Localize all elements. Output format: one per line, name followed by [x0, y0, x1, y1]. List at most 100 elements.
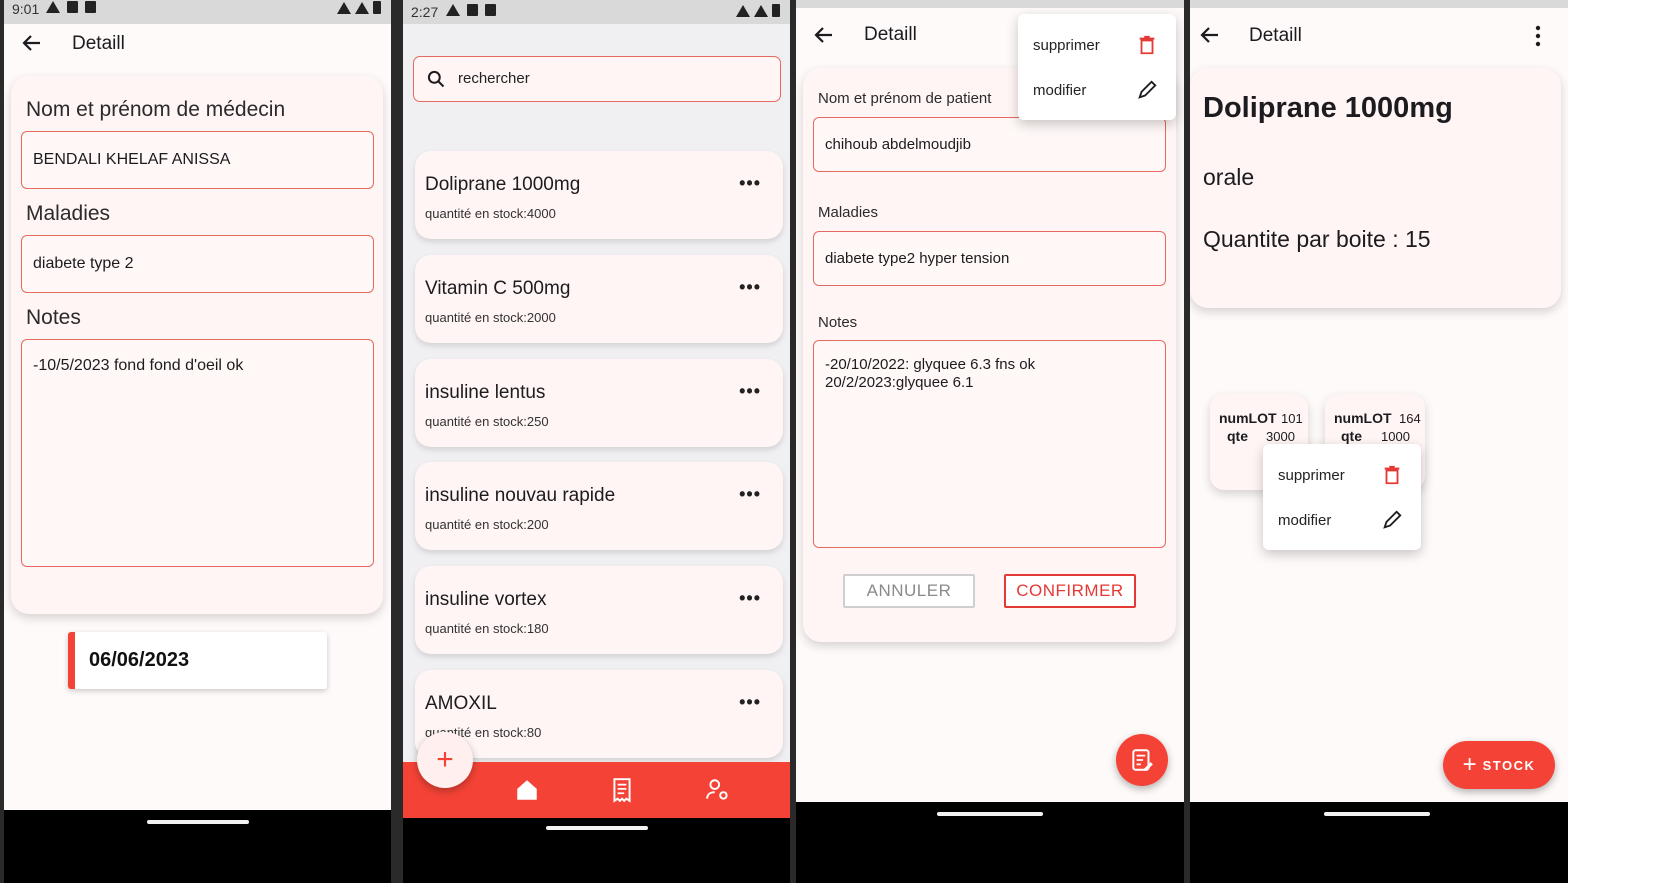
add-fab[interactable]: +	[417, 732, 473, 788]
medicine-stock: quantité en stock:200	[425, 517, 549, 532]
back-arrow-icon[interactable]	[1198, 23, 1222, 47]
diseases-value: diabete type 2	[33, 255, 134, 272]
medicine-stock: quantité en stock:180	[425, 621, 549, 636]
edit-menu-item[interactable]: modifier	[1278, 512, 1331, 529]
pencil-icon[interactable]	[1381, 509, 1403, 531]
diseases-label: Maladies	[818, 204, 879, 221]
medicine-item[interactable]: Doliprane 1000mg quantité en stock:4000 …	[415, 151, 783, 239]
more-options-icon[interactable]: •••	[739, 484, 761, 505]
more-options-icon[interactable]: •••	[739, 173, 761, 194]
cancel-button[interactable]: ANNULER	[843, 574, 975, 608]
medicine-item[interactable]: Vitamin C 500mg quantité en stock:2000 •…	[415, 255, 783, 343]
battery-icon	[772, 4, 780, 17]
diseases-field[interactable]: diabete type 2	[21, 235, 374, 293]
notification-icon	[467, 4, 478, 16]
medicine-item[interactable]: AMOXIL quantité en stock:80 •••	[415, 670, 783, 758]
doctor-field[interactable]: BENDALI KHELAF ANISSA	[21, 131, 374, 189]
system-nav-bar	[1190, 802, 1568, 883]
medicine-item[interactable]: insuline lentus quantité en stock:250 ••…	[415, 359, 783, 447]
delete-menu-item[interactable]: supprimer	[1033, 37, 1100, 54]
product-per-box: Quantite par boite : 15	[1203, 226, 1431, 252]
stock-fab-label: STOCK	[1482, 757, 1536, 773]
home-gesture-bar[interactable]	[1324, 812, 1430, 816]
medicine-name: Vitamin C 500mg	[425, 278, 571, 299]
status-bar	[1190, 0, 1568, 8]
more-vert-icon[interactable]	[1534, 25, 1542, 47]
date-card: 06/06/2023	[68, 632, 327, 689]
medicine-name: insuline vortex	[425, 589, 547, 610]
sd-card-icon	[485, 4, 496, 16]
status-notification-icons	[446, 4, 496, 16]
notes-label: Notes	[818, 314, 858, 331]
confirm-button[interactable]: CONFIRMER	[1004, 574, 1136, 608]
lot-num-label: numLOT	[1219, 410, 1277, 426]
status-notification-icons	[46, 1, 96, 13]
trash-icon[interactable]	[1381, 464, 1403, 486]
lot-qte-value: 3000	[1266, 429, 1295, 444]
more-options-icon[interactable]: •••	[739, 277, 761, 298]
status-time: 9:01	[12, 1, 40, 17]
medicine-name: Doliprane 1000mg	[425, 174, 581, 195]
notes-line: -20/10/2022: glyquee 6.3 fns ok	[825, 356, 1036, 373]
back-arrow-icon[interactable]	[812, 23, 836, 47]
home-gesture-bar[interactable]	[147, 820, 249, 824]
doctor-label: Nom et prénom de médecin	[26, 98, 286, 121]
home-gesture-bar[interactable]	[937, 812, 1043, 816]
back-arrow-icon[interactable]	[20, 31, 44, 55]
lot-num-label: numLOT	[1334, 410, 1392, 426]
system-nav-bar	[4, 810, 391, 883]
receipt-icon[interactable]	[609, 776, 635, 804]
page-title: Detaill	[72, 33, 125, 54]
pencil-icon[interactable]	[1136, 79, 1158, 101]
lot-qte-label: qte	[1227, 428, 1248, 444]
screen-divider	[0, 0, 4, 883]
battery-icon	[373, 1, 381, 14]
more-options-icon[interactable]: •••	[739, 692, 761, 713]
patient-form-card: Nom et prénom de patient chihoub abdelmo…	[803, 68, 1176, 642]
add-note-fab[interactable]	[1116, 734, 1168, 786]
plus-icon: +	[1462, 751, 1477, 778]
home-gesture-bar[interactable]	[546, 826, 648, 830]
lot-qte-label: qte	[1341, 428, 1362, 444]
search-bar[interactable]: rechercher	[413, 56, 781, 102]
lot-num-value: 101	[1281, 411, 1303, 426]
screen-patient-edit: Detaill Nom et prénom de patient chihoub…	[796, 0, 1184, 883]
more-options-icon[interactable]: •••	[739, 381, 761, 402]
user-settings-icon[interactable]	[705, 777, 731, 803]
wifi-icon	[337, 1, 351, 14]
screen-product-detail: Detaill Doliprane 1000mg orale Quantite …	[1190, 0, 1568, 883]
status-bar	[796, 0, 1184, 8]
more-options-icon[interactable]: •••	[739, 588, 761, 609]
status-bar: 2:27	[403, 0, 790, 24]
lot-qte-value: 1000	[1381, 429, 1410, 444]
medicine-stock: quantité en stock:250	[425, 414, 549, 429]
sd-card-icon	[85, 1, 96, 13]
warning-icon	[446, 4, 460, 16]
product-card: Doliprane 1000mg orale Quantite par boit…	[1190, 68, 1561, 308]
patient-value: chihoub abdelmoudjib	[825, 136, 971, 153]
medicine-item[interactable]: insuline nouvau rapide quantité en stock…	[415, 462, 783, 550]
notes-field[interactable]: -10/5/2023 fond fond d'oeil ok	[21, 339, 374, 567]
options-menu: supprimer modifier	[1018, 14, 1176, 120]
diseases-field[interactable]: diabete type2 hyper tension	[813, 231, 1166, 286]
lot-num-value: 164	[1399, 411, 1421, 426]
medicine-item[interactable]: insuline vortex quantité en stock:180 ••…	[415, 566, 783, 654]
edit-menu-item[interactable]: modifier	[1033, 82, 1086, 99]
add-stock-fab[interactable]: + STOCK	[1443, 741, 1555, 789]
signal-icon	[355, 1, 369, 14]
medicine-stock: quantité en stock:2000	[425, 310, 556, 325]
signal-icon	[754, 4, 768, 17]
notes-label: Notes	[26, 306, 81, 329]
status-system-icons	[337, 1, 381, 14]
wifi-icon	[736, 4, 750, 17]
status-time: 2:27	[411, 4, 439, 20]
search-input[interactable]: rechercher	[458, 70, 530, 87]
trash-icon[interactable]	[1136, 34, 1158, 56]
warning-icon	[46, 1, 60, 13]
screen-divider	[790, 0, 796, 883]
delete-menu-item[interactable]: supprimer	[1278, 467, 1345, 484]
home-icon[interactable]	[514, 777, 540, 803]
search-icon	[427, 70, 445, 88]
notes-field[interactable]: -20/10/2022: glyquee 6.3 fns ok 20/2/202…	[813, 340, 1166, 548]
patient-field[interactable]: chihoub abdelmoudjib	[813, 117, 1166, 172]
